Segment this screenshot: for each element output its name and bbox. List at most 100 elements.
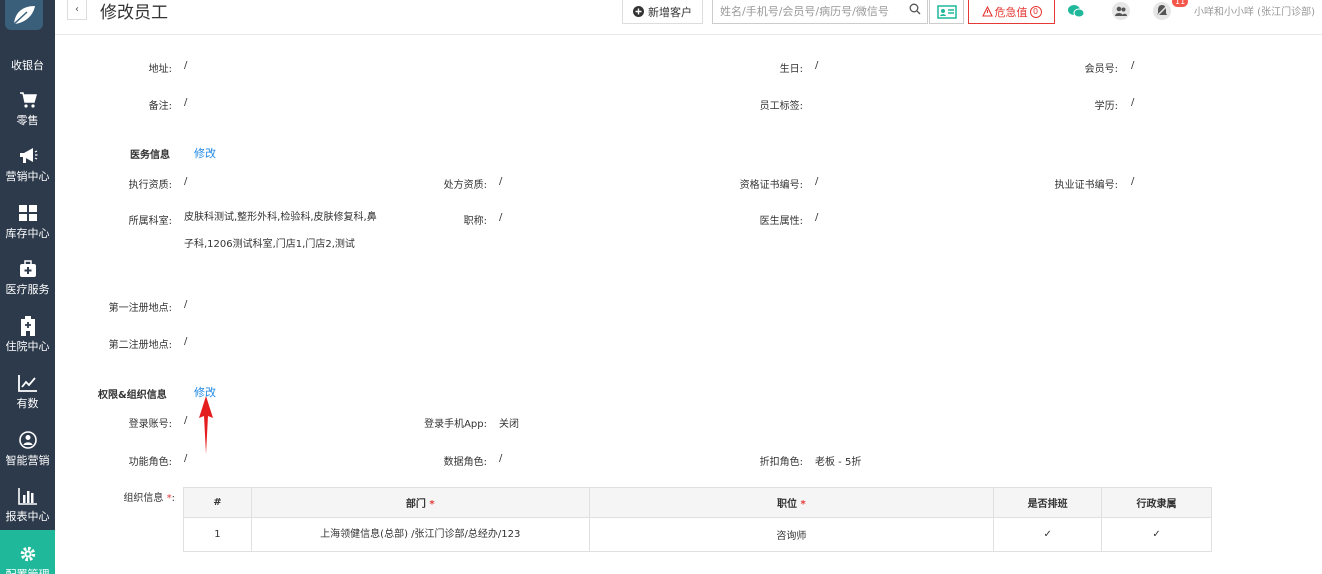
sidebar-item-reports[interactable]: 报表中心 bbox=[0, 486, 55, 524]
cert-no-label: 资格证书编号: bbox=[739, 180, 803, 191]
first-reg-label: 第一注册地点: bbox=[108, 303, 172, 314]
search-placeholder: 姓名/手机号/会员号/病历号/微信号 bbox=[720, 5, 889, 18]
notification-badge: 11 bbox=[1172, 0, 1189, 7]
row-scheduled-check: ✓ bbox=[993, 517, 1103, 552]
education-label: 学历: bbox=[1094, 101, 1118, 112]
sidebar-item-label: 住院中心 bbox=[5, 340, 50, 353]
second-reg-value: / bbox=[184, 336, 188, 347]
member-no-label: 会员号: bbox=[1084, 64, 1118, 75]
sidebar-item-medical[interactable]: 医疗服务 bbox=[0, 259, 55, 297]
table-row: 1 上海领健信息(总部) /张江门诊部/总经办/123 咨询师 ✓ ✓ bbox=[183, 517, 1212, 552]
bar-chart-icon bbox=[17, 488, 37, 505]
critical-value-button[interactable]: 危急值 0 bbox=[968, 0, 1055, 24]
address-label: 地址: bbox=[148, 64, 172, 75]
col-header-scheduled: 是否排班 bbox=[993, 487, 1103, 518]
sidebar-item-retail[interactable]: 零售 bbox=[0, 90, 55, 128]
chevron-left-icon: ‹ bbox=[75, 4, 79, 15]
cert-no-value: / bbox=[815, 176, 819, 187]
new-customer-button[interactable]: 新增客户 bbox=[622, 0, 703, 24]
col-header-position: 职位 * bbox=[588, 487, 995, 518]
data-role-label: 数据角色: bbox=[443, 457, 487, 468]
plus-circle-icon bbox=[633, 6, 644, 17]
org-info-label: 组织信息 *: bbox=[123, 493, 175, 504]
row-position: 咨询师 bbox=[588, 517, 995, 552]
address-value: / bbox=[184, 60, 188, 71]
notification-icon[interactable] bbox=[1153, 2, 1171, 20]
red-arrow-annotation bbox=[199, 396, 213, 454]
doctor-attr-value: / bbox=[815, 212, 819, 223]
id-card-icon bbox=[936, 4, 957, 19]
sidebar-item-label: 零售 bbox=[16, 114, 39, 127]
sidebar-item-label: 智能营销 bbox=[5, 454, 50, 467]
sidebar-item-label: 营销中心 bbox=[5, 170, 50, 183]
col-header-index: # bbox=[183, 487, 252, 518]
people-icon bbox=[18, 431, 37, 449]
user-group-icon[interactable] bbox=[1112, 2, 1130, 20]
login-account-label: 登录账号: bbox=[128, 419, 172, 430]
dept-label: 所属科室: bbox=[128, 216, 172, 227]
login-app-value: 关闭 bbox=[499, 419, 519, 430]
critical-value-label: 危急值 bbox=[994, 5, 1028, 19]
sidebar-item-data[interactable]: 有数 bbox=[0, 373, 55, 411]
permission-section-title: 权限&组织信息 bbox=[98, 390, 167, 401]
medical-section-title: 医务信息 bbox=[130, 150, 170, 161]
cart-icon bbox=[19, 92, 37, 108]
practice-qual-label: 执行资质: bbox=[128, 180, 172, 191]
sidebar-item-label: 收银台 bbox=[11, 59, 44, 72]
top-bar: ‹ 修改员工 新增客户 姓名/手机号/会员号/病历号/微信号 危急值 0 11 … bbox=[55, 0, 1322, 35]
app-logo[interactable] bbox=[5, 0, 43, 30]
second-reg-label: 第二注册地点: bbox=[108, 340, 172, 351]
megaphone-icon bbox=[19, 148, 37, 163]
remark-label: 备注: bbox=[148, 101, 172, 112]
col-header-admin: 行政隶属 bbox=[1101, 487, 1212, 518]
trend-icon bbox=[17, 375, 37, 392]
medical-edit-link[interactable]: 修改 bbox=[194, 145, 216, 161]
birthday-value: / bbox=[815, 60, 819, 71]
license-no-label: 执业证书编号: bbox=[1054, 180, 1118, 191]
org-table: # 部门 * 职位 * 是否排班 行政隶属 1 上海领健信息(总部) /张江门诊… bbox=[183, 487, 1212, 552]
sidebar-item-inpatient[interactable]: 住院中心 bbox=[0, 316, 55, 354]
login-app-label: 登录手机App: bbox=[424, 419, 487, 430]
row-dept: 上海领健信息(总部) /张江门诊部/总经办/123 bbox=[250, 517, 590, 552]
sidebar-item-marketing[interactable]: 营销中心 bbox=[0, 146, 55, 184]
hospital-icon bbox=[20, 316, 35, 336]
staff-tag-label: 员工标签: bbox=[759, 101, 803, 112]
sidebar-item-label: 医疗服务 bbox=[5, 283, 50, 296]
title-value: / bbox=[499, 212, 503, 223]
wechat-icon[interactable] bbox=[1067, 2, 1085, 20]
dept-value: 皮肤科测试,整形外科,检验科,皮肤修复科,鼻子科,1206测试科室,门店1,门店… bbox=[184, 212, 377, 250]
func-role-value: / bbox=[184, 453, 188, 464]
back-button[interactable]: ‹ bbox=[67, 0, 87, 20]
birthday-label: 生日: bbox=[779, 64, 803, 75]
prescription-qual-label: 处方资质: bbox=[443, 180, 487, 191]
row-admin-check: ✓ bbox=[1101, 517, 1212, 552]
sidebar-item-config[interactable]: 配置管理 bbox=[0, 530, 55, 574]
discount-role-label: 折扣角色: bbox=[759, 457, 803, 468]
search-input[interactable]: 姓名/手机号/会员号/病历号/微信号 bbox=[712, 0, 928, 24]
sidebar: 收银台 零售 营销中心 库存中心 医疗服务 住院中心 有数 智能营销 报表中心 bbox=[0, 0, 55, 574]
current-user[interactable]: 小咩和小小咩 (张江门诊部) bbox=[1194, 3, 1315, 18]
education-value: / bbox=[1131, 97, 1135, 108]
remark-value: / bbox=[184, 97, 188, 108]
leaf-logo-icon bbox=[13, 6, 35, 25]
sidebar-item-label: 有数 bbox=[16, 397, 39, 410]
data-role-value: / bbox=[499, 453, 503, 464]
col-header-dept: 部门 * bbox=[250, 487, 590, 518]
title-label: 职称: bbox=[463, 216, 487, 227]
row-index: 1 bbox=[183, 517, 252, 552]
sidebar-item-inventory[interactable]: 库存中心 bbox=[0, 203, 55, 241]
practice-qual-value: / bbox=[184, 176, 188, 187]
sidebar-item-label: 库存中心 bbox=[5, 227, 50, 240]
prescription-qual-value: / bbox=[499, 176, 503, 187]
id-card-button[interactable] bbox=[929, 0, 964, 24]
search-icon[interactable] bbox=[909, 3, 921, 15]
sidebar-item-label: 报表中心 bbox=[5, 510, 50, 523]
func-role-label: 功能角色: bbox=[128, 457, 172, 468]
critical-value-count: 0 bbox=[1029, 5, 1042, 18]
sidebar-item-smart-marketing[interactable]: 智能营销 bbox=[0, 430, 55, 468]
doctor-attr-label: 医生属性: bbox=[759, 216, 803, 227]
gear-icon bbox=[20, 546, 35, 562]
grid-icon bbox=[18, 205, 37, 221]
sidebar-item-cashier[interactable]: 收银台 bbox=[0, 57, 55, 73]
login-account-value: / bbox=[184, 415, 188, 426]
